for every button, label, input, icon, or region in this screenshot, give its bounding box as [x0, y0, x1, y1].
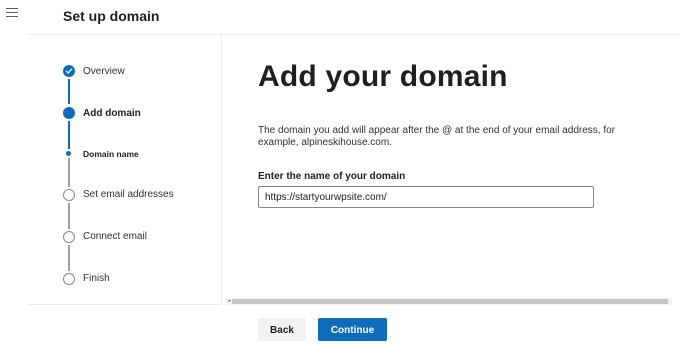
pending-step-icon — [63, 189, 75, 201]
steps-panel — [28, 35, 222, 305]
step-connector — [68, 245, 70, 271]
scrollbar-thumb[interactable] — [232, 299, 668, 304]
domain-field-label: Enter the name of your domain — [258, 171, 406, 182]
pending-step-icon — [63, 273, 75, 285]
page-title: Set up domain — [63, 8, 160, 24]
step-label-finish: Finish — [83, 273, 110, 284]
step-connector — [68, 121, 70, 149]
domain-description: The domain you add will appear after the… — [258, 125, 616, 148]
main-heading: Add your domain — [258, 60, 508, 93]
current-step-icon — [63, 107, 75, 119]
step-label-set-email-addresses: Set email addresses — [83, 189, 174, 200]
substep-dot-icon — [66, 151, 71, 156]
step-connector — [68, 79, 70, 104]
pending-step-icon — [63, 231, 75, 243]
domain-input[interactable] — [258, 186, 594, 208]
step-label-overview: Overview — [83, 66, 125, 77]
step-connector — [68, 158, 70, 187]
substep-label-domain-name: Domain name — [83, 149, 139, 159]
step-label-connect-email: Connect email — [83, 231, 147, 242]
step-label-add-domain: Add domain — [83, 108, 141, 119]
hamburger-menu-icon[interactable] — [6, 8, 18, 18]
step-connector — [68, 203, 70, 229]
continue-button[interactable]: Continue — [318, 318, 387, 341]
steps-panel-divider — [28, 304, 222, 305]
check-circle-icon — [63, 65, 75, 77]
back-button[interactable]: Back — [258, 318, 306, 341]
